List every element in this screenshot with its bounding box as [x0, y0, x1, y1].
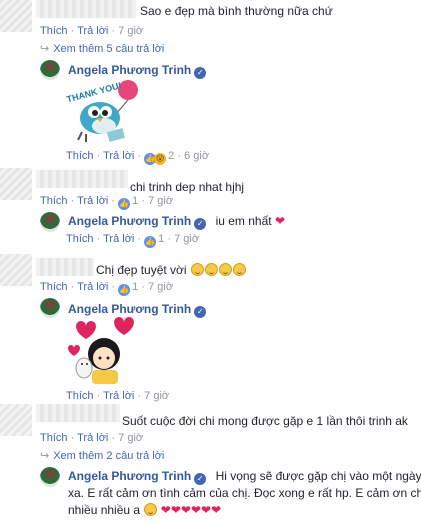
- reaction-count[interactable]: 1: [132, 281, 138, 293]
- reply-link[interactable]: Trả lời: [77, 25, 108, 37]
- sticker-caption: THANK YOU!: [66, 80, 123, 104]
- reply-arrow-icon: ↪: [40, 43, 50, 55]
- commenter-name-masked[interactable]: [36, 170, 128, 188]
- like-reaction-icon: 👍: [118, 198, 131, 210]
- comment-text: chi trinh dep nhat hjhj: [130, 180, 245, 194]
- heart-emoji-icon: ❤: [201, 503, 212, 517]
- author-avatar[interactable]: [40, 60, 60, 80]
- verified-icon: ✓: [194, 67, 207, 79]
- timestamp[interactable]: 7 giờ: [118, 25, 143, 37]
- commenter-name-masked[interactable]: [36, 0, 136, 18]
- author-name[interactable]: Angela Phương Trinh ✓ iu em nhất ❤: [68, 214, 285, 230]
- timestamp[interactable]: 7 giờ: [144, 390, 169, 402]
- reply-actions: Thích · Trả lời · 7 giờ: [66, 390, 170, 402]
- laughing-emoji-icon: [232, 263, 246, 276]
- author-avatar[interactable]: [40, 212, 60, 232]
- commenter-avatar[interactable]: [0, 168, 32, 200]
- heart-emoji-icon: ❤: [211, 503, 222, 517]
- reply-link[interactable]: Trả lời: [77, 195, 108, 207]
- comment-text: Sao e đẹp mà bình thường nữa chứ: [140, 4, 333, 18]
- reply-link[interactable]: Trả lời: [103, 390, 134, 402]
- comment-actions: Thích · Trả lời · 👍 1 · 7 giờ: [40, 281, 174, 296]
- timestamp[interactable]: 7 giờ: [118, 432, 143, 444]
- heart-emoji-icon: ❤: [170, 503, 181, 517]
- reply-link[interactable]: Trả lời: [103, 150, 134, 162]
- verified-icon: ✓: [194, 218, 207, 230]
- verified-icon: ✓: [194, 306, 207, 318]
- view-more-replies[interactable]: ↪ Xem thêm 2 câu trả lời: [40, 449, 164, 462]
- commenter-name-masked[interactable]: [36, 258, 94, 276]
- thank-you-bird-sticker: THANK YOU!: [66, 80, 138, 142]
- comment-text: Suốt cuộc đời chi mong được gặp e 1 lần …: [122, 414, 408, 428]
- like-reaction-icon: 👍: [118, 284, 131, 296]
- wow-reaction-icon: 😮: [154, 153, 167, 165]
- laughing-emoji-icon: [204, 263, 218, 276]
- reaction-count[interactable]: 2: [168, 150, 174, 162]
- commenter-avatar[interactable]: [0, 404, 32, 436]
- heart-emoji-icon: ❤: [160, 503, 171, 517]
- timestamp[interactable]: 6 giờ: [184, 150, 209, 162]
- verified-icon: ✓: [194, 473, 207, 485]
- comment-actions: Thích · Trả lời · 7 giờ: [40, 25, 144, 37]
- like-reaction-icon: 👍: [144, 236, 157, 248]
- timestamp[interactable]: 7 giờ: [148, 281, 173, 293]
- reply-text-line-3: nhiều nhiều a ❤❤❤❤❤❤: [68, 503, 222, 517]
- reply-text: iu em nhất: [215, 214, 272, 228]
- author-avatar[interactable]: [40, 467, 60, 487]
- reply-link[interactable]: Trả lời: [103, 233, 134, 245]
- reply-text-line-2: xa. E rất cảm ơn tình cảm của chị. Đọc x…: [68, 486, 421, 500]
- like-link[interactable]: Thích: [66, 390, 94, 402]
- author-avatar[interactable]: [40, 298, 60, 318]
- like-link[interactable]: Thích: [40, 281, 68, 293]
- laughing-emoji-icon: [218, 263, 232, 276]
- comment-actions: Thích · Trả lời · 👍 1 · 7 giờ: [40, 195, 174, 210]
- reply-link[interactable]: Trả lời: [77, 281, 108, 293]
- timestamp[interactable]: 7 giờ: [148, 195, 173, 207]
- reaction-count[interactable]: 1: [132, 195, 138, 207]
- like-link[interactable]: Thích: [40, 25, 68, 37]
- girl-hearts-sticker: [68, 317, 134, 384]
- laughing-emoji-icon: [190, 263, 204, 276]
- like-link[interactable]: Thích: [66, 233, 94, 245]
- view-more-replies[interactable]: ↪ Xem thêm 5 câu trả lời: [40, 42, 164, 55]
- comment-text: Chị đẹp tuyệt vời: [96, 263, 246, 277]
- heart-emoji-icon: ❤: [274, 214, 286, 228]
- commenter-name-masked[interactable]: [36, 404, 120, 422]
- commenter-avatar[interactable]: [0, 0, 32, 32]
- heart-emoji-icon: ❤: [190, 503, 202, 517]
- heart-emoji-icon: ❤: [180, 503, 191, 517]
- reply-arrow-icon: ↪: [40, 450, 50, 462]
- reply-actions: Thích · Trả lời · 👍 1 · 7 giờ: [66, 233, 200, 248]
- like-link[interactable]: Thích: [40, 195, 68, 207]
- timestamp[interactable]: 7 giờ: [174, 233, 199, 245]
- reply-actions: Thích · Trả lời · 👍😮 2 · 6 giờ: [66, 150, 210, 165]
- like-link[interactable]: Thích: [40, 432, 68, 444]
- author-name[interactable]: Angela Phương Trinh ✓ Hi vọng sẽ được gặp…: [68, 469, 421, 485]
- like-link[interactable]: Thích: [66, 150, 94, 162]
- reaction-count[interactable]: 1: [158, 233, 164, 245]
- comment-actions: Thích · Trả lời · 7 giờ: [40, 432, 144, 444]
- smile-emoji-icon: [144, 503, 158, 516]
- reply-text-line-1: Hi vọng sẽ được gặp chị vào một ngày ko: [215, 469, 421, 483]
- commenter-avatar[interactable]: [0, 254, 32, 286]
- reply-link[interactable]: Trả lời: [77, 432, 108, 444]
